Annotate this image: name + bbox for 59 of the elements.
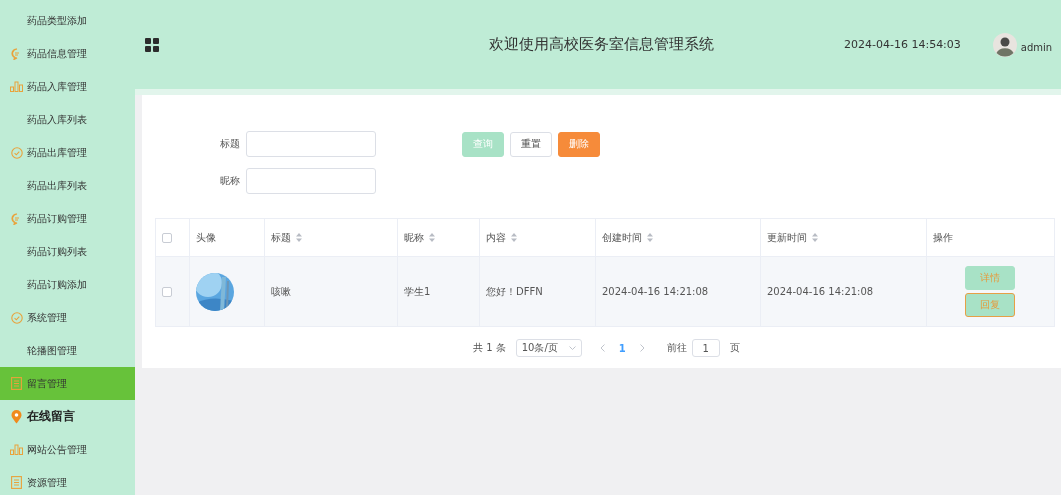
- sidebar-item[interactable]: 系统管理: [0, 301, 135, 334]
- checkbox[interactable]: [162, 286, 172, 297]
- goto-label: 前往: [666, 341, 687, 355]
- sidebar-item[interactable]: 药品订购列表: [0, 235, 135, 268]
- sidebar-item[interactable]: 轮播图管理: [0, 334, 135, 367]
- previous-page-icon[interactable]: [599, 344, 605, 352]
- sort-icon[interactable]: [812, 233, 818, 242]
- table-cell: 咳嗽: [271, 284, 291, 299]
- checkbox[interactable]: [162, 232, 172, 243]
- sidebar-item[interactable]: 药品出库管理: [0, 136, 135, 169]
- table-cell: 学生1: [404, 284, 431, 299]
- page-input[interactable]: 1: [691, 339, 720, 357]
- input-field[interactable]: [246, 168, 376, 194]
- date-time: 2024-04-16 14:54:03: [844, 38, 961, 51]
- reset-button[interactable]: 重置: [510, 131, 552, 157]
- bar-chart-icon: [10, 81, 23, 92]
- user-avatar-icon[interactable]: [992, 32, 1017, 57]
- sort-icon[interactable]: [511, 233, 517, 242]
- column-header: 创建时间: [602, 230, 642, 245]
- document-icon: [11, 476, 22, 489]
- bar-chart-icon: [10, 444, 23, 455]
- sidebar-item[interactable]: 药品入库管理: [0, 70, 135, 103]
- column-header: 昵称: [404, 230, 424, 245]
- location-pin-icon: [11, 409, 22, 424]
- sidebar-item[interactable]: 药品订购添加: [0, 268, 135, 301]
- sidebar-item[interactable]: 资源管理: [0, 466, 135, 495]
- sidebar-item[interactable]: 留言管理: [0, 367, 135, 400]
- input-field[interactable]: [246, 131, 376, 157]
- column-header: 内容: [486, 230, 506, 245]
- sort-icon[interactable]: [296, 233, 302, 242]
- sidebar-item[interactable]: 药品订购管理: [0, 202, 135, 235]
- system-title: 欢迎使用高校医务室信息管理系统: [489, 35, 715, 54]
- check-circle-icon: [10, 311, 23, 324]
- caret-icon: [568, 346, 576, 350]
- sidebar-item[interactable]: 药品入库列表: [0, 103, 135, 136]
- table-cell: 2024-04-16 14:21:08: [767, 286, 874, 297]
- sort-icon[interactable]: [647, 233, 653, 242]
- sidebar-item[interactable]: 药品类型添加: [0, 4, 135, 37]
- page-size-select[interactable]: 10条/页: [515, 339, 582, 357]
- total-count: 共 1 条: [473, 341, 506, 355]
- field-label: 昵称: [219, 174, 241, 188]
- table-cell: 您好！DFFN: [486, 284, 543, 299]
- user-name[interactable]: admin: [1020, 42, 1053, 53]
- next-page-icon[interactable]: [639, 344, 645, 352]
- column-header: 头像: [196, 230, 216, 245]
- column-header: 操作: [933, 230, 953, 245]
- table-cell: 2024-04-16 14:21:08: [602, 286, 709, 297]
- check-circle-icon: [10, 146, 23, 159]
- page-suffix: 页: [729, 341, 740, 355]
- field-label: 标题: [219, 137, 241, 151]
- sidebar-item[interactable]: 药品信息管理: [0, 37, 135, 70]
- sidebar-item[interactable]: 网站公告管理: [0, 433, 135, 466]
- document-icon: [11, 377, 22, 390]
- sidebar-item[interactable]: 在线留言: [0, 400, 135, 433]
- column-header: 标题: [271, 230, 291, 245]
- grid-menu-icon[interactable]: [145, 37, 159, 52]
- sort-icon[interactable]: [429, 233, 435, 242]
- sidebar-item[interactable]: 药品出库列表: [0, 169, 135, 202]
- column-header: 更新时间: [767, 230, 807, 245]
